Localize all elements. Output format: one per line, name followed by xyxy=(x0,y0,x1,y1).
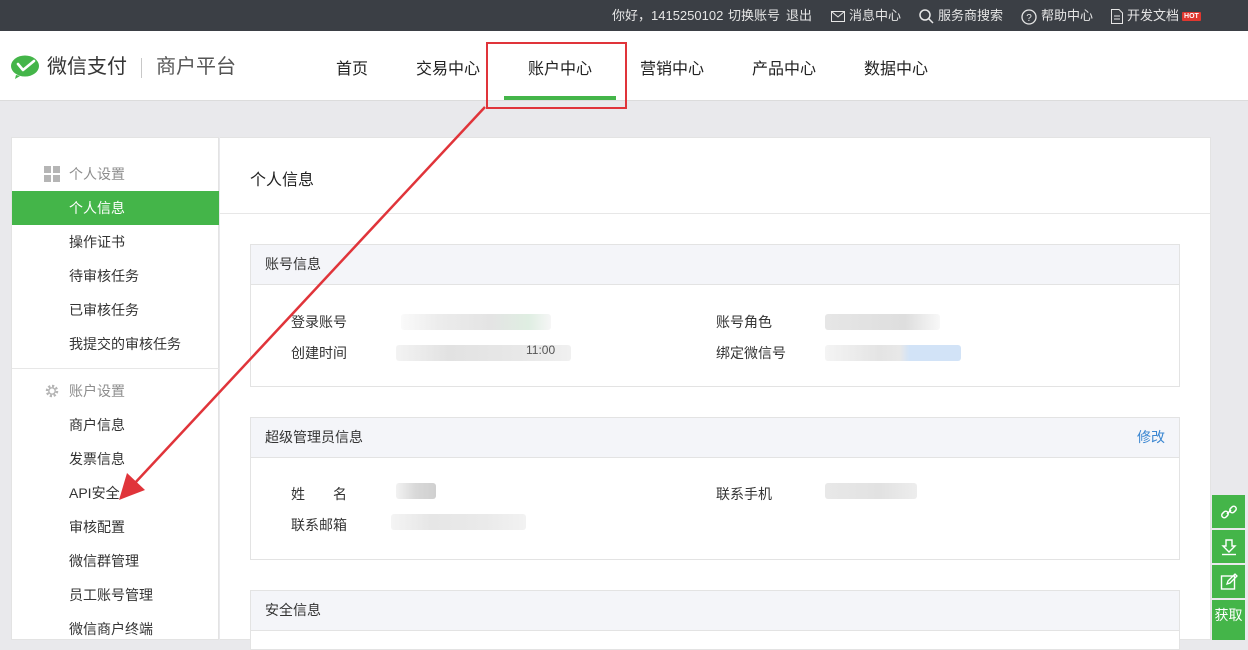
panel-header: 超级管理员信息 修改 xyxy=(251,418,1179,458)
sidebar: 个人设置 个人信息 操作证书 待审核任务 已审核任务 我提交的审核任务 账户设置… xyxy=(11,137,219,640)
get-tool-button[interactable]: 获取 xyxy=(1212,600,1245,640)
panel-header: 账号信息 xyxy=(251,245,1179,285)
sidebar-item-label: 待审核任务 xyxy=(69,268,139,284)
edit-tool-button[interactable] xyxy=(1212,565,1245,598)
sidebar-item-label: 个人信息 xyxy=(69,200,125,216)
grid-icon xyxy=(44,166,60,182)
sidebar-item-submitted-tasks[interactable]: 我提交的审核任务 xyxy=(12,327,219,361)
brand-title: 微信支付 商户平台 xyxy=(47,55,236,79)
bound-wechat-value-redacted xyxy=(825,345,961,361)
sidebar-item-label: 已审核任务 xyxy=(69,302,139,318)
messages-link[interactable]: 消息中心 xyxy=(831,0,901,31)
sidebar-item-merchant-terminal[interactable]: 微信商户终端 xyxy=(12,612,219,646)
panel-title: 超级管理员信息 xyxy=(265,429,363,445)
admin-phone-value-redacted xyxy=(825,483,917,499)
account-role-value-redacted xyxy=(825,314,940,330)
nav-marketing-center[interactable]: 营销中心 xyxy=(640,31,704,100)
sidebar-item-label: 操作证书 xyxy=(69,234,125,250)
help-label: 帮助中心 xyxy=(1041,8,1094,23)
admin-email-value-redacted xyxy=(391,514,526,530)
sidebar-item-label: 发票信息 xyxy=(69,451,125,467)
sidebar-group-label: 账户设置 xyxy=(69,383,125,399)
sidebar-item-certificate[interactable]: 操作证书 xyxy=(12,225,219,259)
admin-name-label: 姓 名 xyxy=(291,486,347,502)
sidebar-item-label: API安全 xyxy=(69,485,120,501)
created-time-label: 创建时间 xyxy=(291,345,347,361)
nav-trade-center[interactable]: 交易中心 xyxy=(416,31,480,100)
sidebar-item-label: 审核配置 xyxy=(69,519,125,535)
top-bar: 你好，1415250102 切换账号 退出 消息中心 服务商搜索 ? 帮助中心 开… xyxy=(0,0,1248,31)
account-role-label: 账号角色 xyxy=(716,314,772,330)
main-content: 个人信息 账号信息 登录账号 创建时间 11:00 账号角色 绑定微信号 超级管… xyxy=(220,137,1211,650)
page-title: 个人信息 xyxy=(250,172,315,189)
provider-search-link[interactable]: 服务商搜索 xyxy=(919,0,1003,31)
edit-admin-link[interactable]: 修改 xyxy=(1137,418,1165,457)
created-time-fragment: 11:00 xyxy=(526,343,556,357)
admin-name-value-redacted xyxy=(396,483,436,499)
help-link[interactable]: ? 帮助中心 xyxy=(1021,0,1093,31)
login-account-value-redacted xyxy=(401,314,551,330)
admin-email-label: 联系邮箱 xyxy=(291,517,347,533)
panel-header: 安全信息 xyxy=(251,591,1179,631)
svg-text:?: ? xyxy=(1026,13,1032,24)
gear-icon xyxy=(45,384,59,398)
sidebar-item-label: 商户信息 xyxy=(69,417,125,433)
brand-divider xyxy=(141,57,142,78)
edit-icon xyxy=(1220,573,1238,590)
document-icon xyxy=(1111,9,1123,25)
mail-icon xyxy=(831,11,845,23)
download-icon xyxy=(1221,539,1237,556)
docs-label: 开发文档 xyxy=(1127,8,1180,23)
sidebar-item-pending-tasks[interactable]: 待审核任务 xyxy=(12,259,219,293)
sidebar-group-account: 账户设置 xyxy=(12,374,220,408)
sidebar-item-label: 我提交的审核任务 xyxy=(69,336,181,352)
sidebar-item-wechat-group[interactable]: 微信群管理 xyxy=(12,544,219,578)
sidebar-group-label: 个人设置 xyxy=(69,166,125,182)
sidebar-group-personal: 个人设置 xyxy=(12,157,220,191)
link-tool-button[interactable] xyxy=(1212,495,1245,528)
nav-home[interactable]: 首页 xyxy=(336,31,368,100)
sidebar-item-reviewed-tasks[interactable]: 已审核任务 xyxy=(12,293,219,327)
switch-account-link[interactable]: 切换账号 xyxy=(728,0,780,31)
sidebar-item-personal-info[interactable]: 个人信息 xyxy=(12,191,219,225)
sidebar-divider xyxy=(12,368,219,369)
link-icon xyxy=(1221,505,1237,519)
nav-data-center[interactable]: 数据中心 xyxy=(864,31,928,100)
logout-link[interactable]: 退出 xyxy=(786,0,812,31)
sidebar-item-label: 微信群管理 xyxy=(69,553,139,569)
sidebar-item-invoice-info[interactable]: 发票信息 xyxy=(12,442,219,476)
login-account-label: 登录账号 xyxy=(291,314,347,330)
provider-search-label: 服务商搜索 xyxy=(938,8,1004,23)
help-icon: ? xyxy=(1021,8,1037,25)
admin-phone-label: 联系手机 xyxy=(716,486,772,502)
sidebar-item-review-config[interactable]: 审核配置 xyxy=(12,510,219,544)
panel-title: 安全信息 xyxy=(265,602,321,618)
title-divider xyxy=(220,213,1210,214)
sidebar-item-label: 员工账号管理 xyxy=(69,587,153,603)
nav-product-center[interactable]: 产品中心 xyxy=(752,31,816,100)
search-icon xyxy=(919,9,934,24)
docs-link[interactable]: 开发文档 HOT xyxy=(1111,0,1201,31)
panel-title: 账号信息 xyxy=(265,256,321,272)
brand-name: 微信支付 xyxy=(47,56,127,78)
sidebar-item-merchant-info[interactable]: 商户信息 xyxy=(12,408,219,442)
wechat-pay-logo-icon xyxy=(11,55,39,79)
sidebar-item-label: 微信商户终端 xyxy=(69,621,153,637)
account-info-panel: 账号信息 登录账号 创建时间 11:00 账号角色 绑定微信号 xyxy=(250,244,1180,387)
hot-badge: HOT xyxy=(1182,12,1201,22)
platform-name: 商户平台 xyxy=(156,56,236,78)
messages-label: 消息中心 xyxy=(849,8,902,23)
annotation-highlight-box xyxy=(486,42,627,109)
admin-info-panel: 超级管理员信息 修改 姓 名 联系邮箱 联系手机 xyxy=(250,417,1180,560)
bound-wechat-label: 绑定微信号 xyxy=(716,345,786,361)
sidebar-item-staff-accounts[interactable]: 员工账号管理 xyxy=(12,578,219,612)
security-info-panel: 安全信息 xyxy=(250,590,1180,650)
sidebar-item-api-security[interactable]: API安全 xyxy=(12,476,219,510)
download-tool-button[interactable] xyxy=(1212,530,1245,563)
greeting-text: 你好，1415250102 xyxy=(612,8,724,23)
